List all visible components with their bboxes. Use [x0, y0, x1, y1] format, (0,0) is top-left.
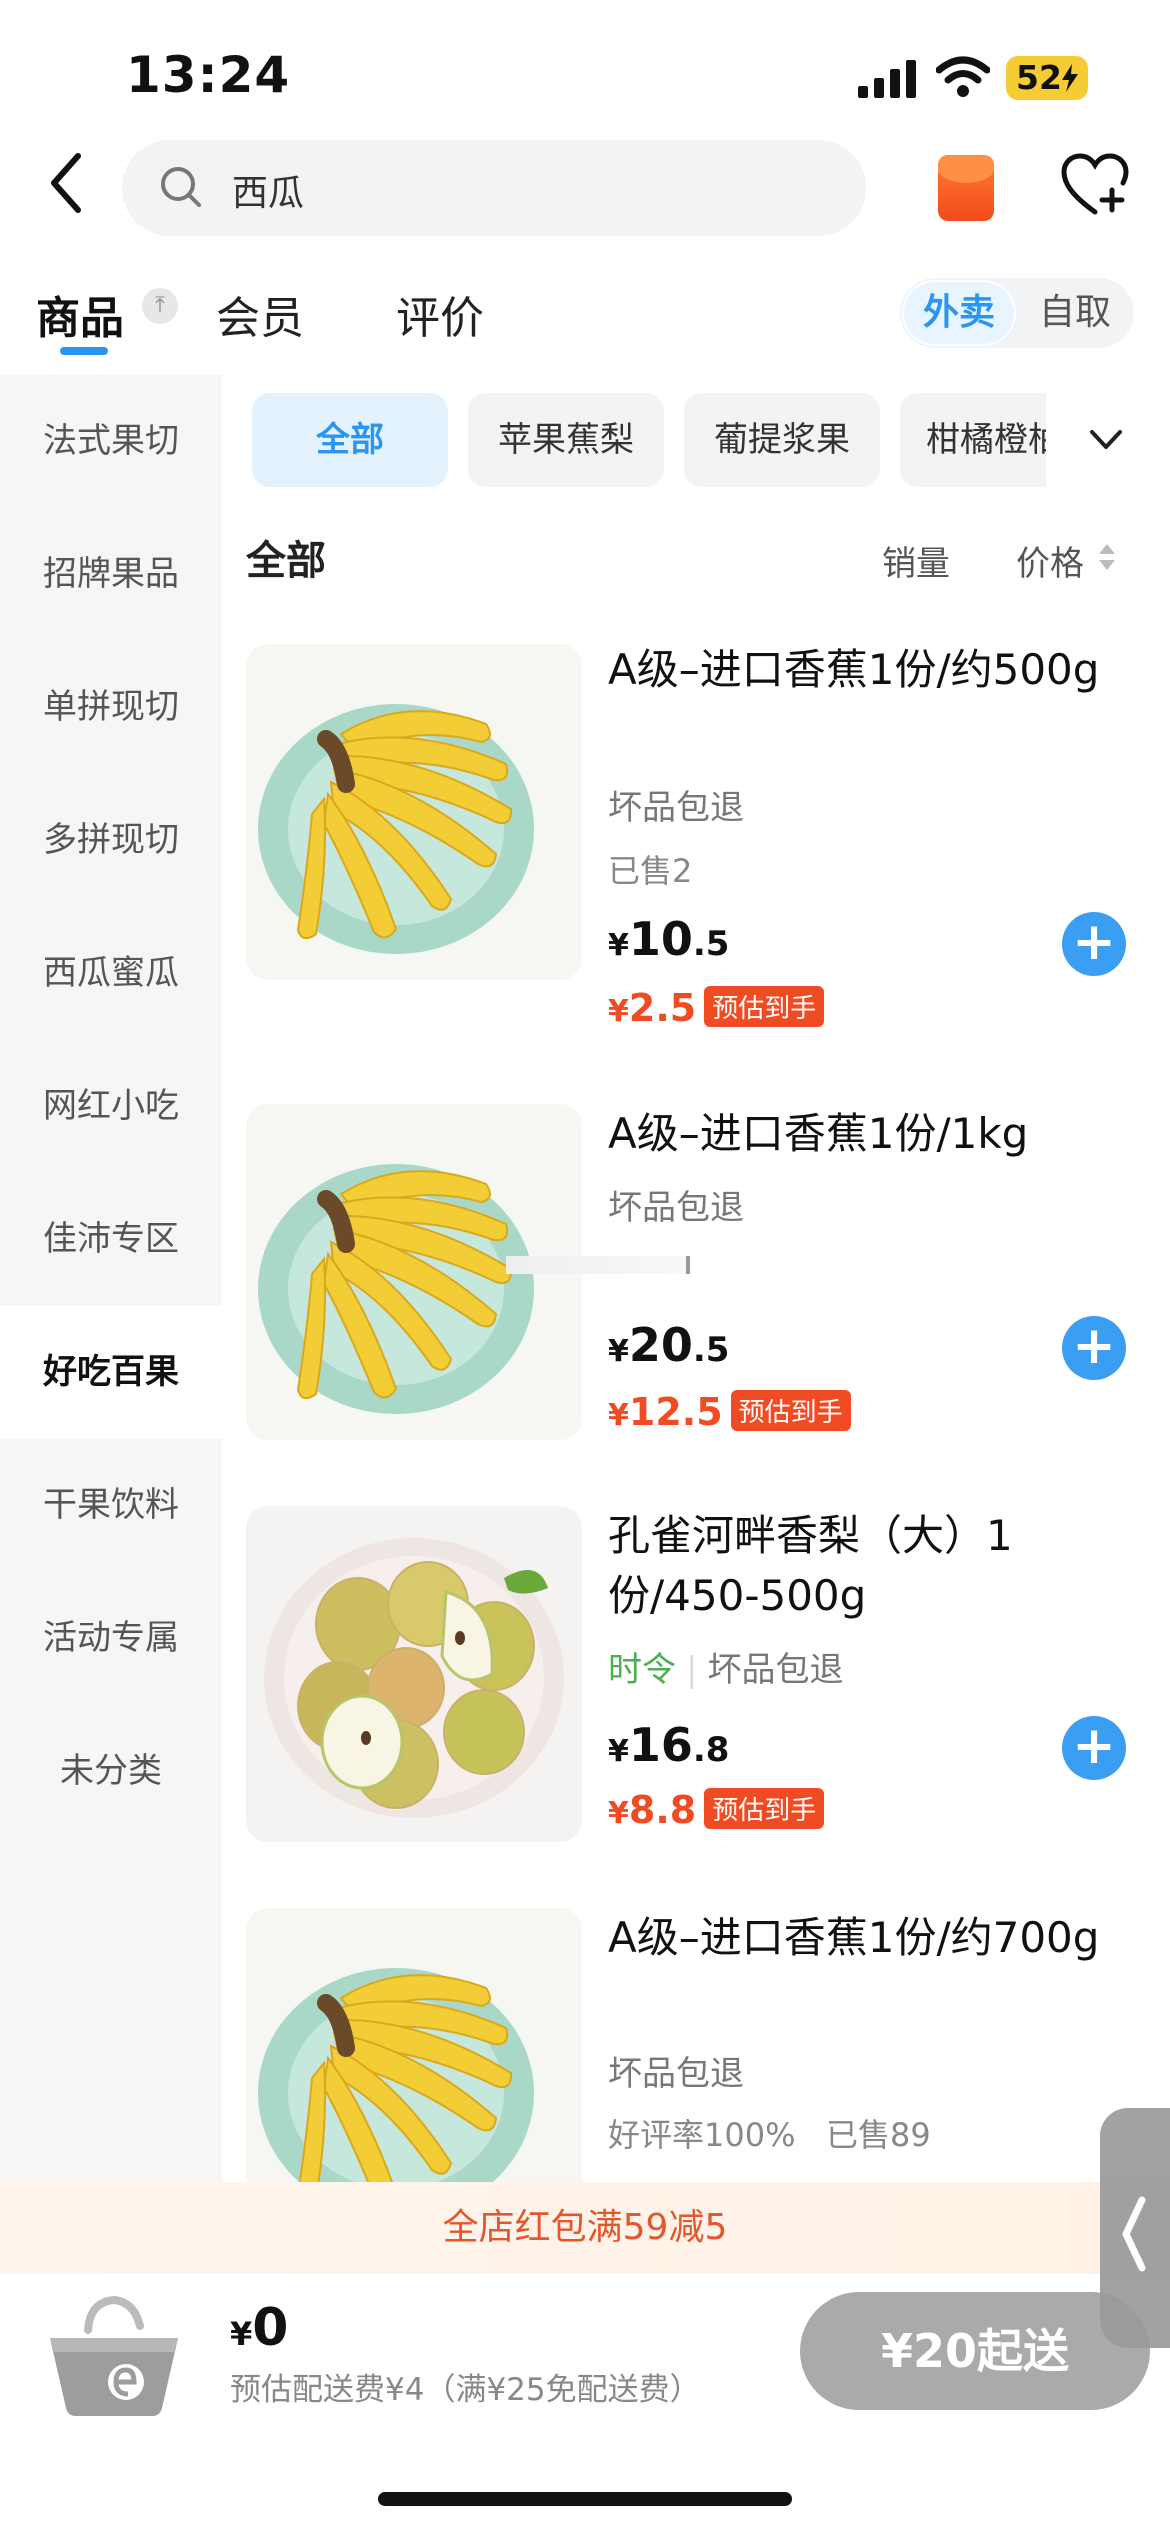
estimated-price: ¥8.8 预估到手 — [608, 1788, 825, 1832]
chip-all[interactable]: 全部 — [252, 393, 448, 487]
search-icon — [161, 167, 201, 207]
chevron-left-icon — [1122, 2196, 1146, 2272]
battery-icon: 52 — [1006, 56, 1088, 100]
product-name[interactable]: A级–进口香蕉1份/约700g — [608, 1908, 1128, 1968]
category-sidebar: 法式果切 招牌果品 单拼现切 多拼现切 西瓜蜜瓜 网红小吃 佳沛专区 好吃百果 … — [0, 375, 222, 2185]
sidebar-item[interactable]: 法式果切 — [0, 375, 222, 508]
section-title: 全部 — [246, 538, 326, 584]
home-indicator — [378, 2492, 792, 2506]
product-image-banana[interactable] — [246, 644, 582, 980]
sidebar-item[interactable]: 单拼现切 — [0, 641, 222, 774]
sidebar-item[interactable]: 未分类 — [0, 1705, 222, 1838]
chevron-down-icon[interactable] — [1086, 420, 1126, 460]
product-price: ¥10.5 — [608, 912, 730, 966]
product-image-pear[interactable] — [246, 1506, 582, 1842]
status-time: 13:24 — [126, 46, 291, 104]
search-query: 西瓜 — [232, 173, 305, 214]
pear-image — [264, 1538, 564, 1818]
red-packet-icon[interactable] — [938, 155, 994, 221]
add-to-cart-button[interactable]: + — [1062, 912, 1126, 976]
cart-basket-icon[interactable] — [44, 2290, 184, 2420]
tab-indicator — [60, 347, 108, 355]
product-name[interactable]: 孔雀河畔香梨（大）1份/450-500g — [608, 1506, 1128, 1626]
product-tags: 时令 | 坏品包退 — [608, 1650, 844, 1690]
add-to-cart-button[interactable]: + — [1062, 1316, 1126, 1380]
back-arrow-icon[interactable] — [44, 148, 92, 218]
product-tag: 坏品包退 — [608, 1188, 744, 1228]
sidebar-item[interactable]: 西瓜蜜瓜 — [0, 907, 222, 1040]
product-rating-sold: 好评率100% 已售89 — [608, 2116, 931, 2154]
min-order-button[interactable]: ¥20起送 — [800, 2292, 1150, 2410]
battery-level: 52 — [1016, 58, 1062, 97]
store-coupon-banner[interactable]: 全店红包满59减5 — [0, 2182, 1170, 2274]
sidebar-item[interactable]: 网红小吃 — [0, 1040, 222, 1173]
product-name[interactable]: A级–进口香蕉1份/1kg — [608, 1104, 1128, 1164]
delivery-mode-toggle[interactable]: 外卖 自取 — [900, 278, 1134, 348]
chip-citrus[interactable]: 柑橘橙柚 — [900, 393, 1046, 487]
cellular-signal-icon — [858, 60, 916, 98]
pin-top-icon[interactable]: ⤒ — [142, 288, 178, 324]
product-name[interactable]: A级–进口香蕉1份/约500g — [608, 640, 1128, 700]
tab-member[interactable]: 会员 — [216, 282, 304, 346]
sidebar-item[interactable]: 招牌果品 — [0, 508, 222, 641]
tab-review[interactable]: 评价 — [396, 282, 484, 346]
sidebar-item-active[interactable]: 好吃百果 — [0, 1306, 222, 1439]
sidebar-item[interactable]: 干果饮料 — [0, 1439, 222, 1572]
toggle-pickup[interactable]: 自取 — [1018, 278, 1132, 348]
sidebar-item[interactable]: 活动专属 — [0, 1572, 222, 1705]
product-tag: 坏品包退 — [608, 788, 744, 828]
charging-bolt-icon — [1062, 64, 1078, 92]
tab-goods[interactable]: 商品 — [36, 282, 124, 346]
toggle-delivery[interactable]: 外卖 — [902, 280, 1016, 346]
add-to-cart-button[interactable]: + — [1062, 1716, 1126, 1780]
chip-grape-berry[interactable]: 葡提浆果 — [684, 393, 880, 487]
product-image-banana[interactable] — [246, 1908, 582, 2182]
cart-total: ¥0 — [230, 2298, 289, 2358]
sort-price[interactable]: 价格 — [1016, 536, 1084, 585]
sort-sales[interactable]: 销量 — [882, 536, 950, 585]
banana-image — [258, 1968, 534, 2182]
banana-image — [258, 704, 534, 954]
estimated-price: ¥12.5 预估到手 — [608, 1390, 851, 1434]
sidebar-item[interactable]: 多拼现切 — [0, 774, 222, 907]
sort-arrows-icon — [1099, 544, 1115, 570]
delivery-fee: 预估配送费¥4（满¥25免配送费） — [230, 2372, 701, 2408]
sidebar-item[interactable]: 佳沛专区 — [0, 1173, 222, 1306]
loading-placeholder — [506, 1256, 690, 1274]
season-tag: 时令 — [608, 1650, 676, 1690]
side-drawer-handle[interactable] — [1100, 2108, 1170, 2348]
product-price: ¥16.8 — [608, 1718, 730, 1772]
estimated-price: ¥2.5 预估到手 — [608, 986, 825, 1030]
favorite-add-icon[interactable] — [1060, 152, 1130, 218]
wifi-icon — [936, 56, 990, 97]
product-price: ¥20.5 — [608, 1318, 730, 1372]
chip-apple-banana-pear[interactable]: 苹果蕉梨 — [468, 393, 664, 487]
product-tag: 坏品包退 — [608, 2054, 744, 2094]
search-bar[interactable]: 西瓜 — [122, 140, 866, 236]
product-sold: 已售2 — [608, 852, 693, 890]
